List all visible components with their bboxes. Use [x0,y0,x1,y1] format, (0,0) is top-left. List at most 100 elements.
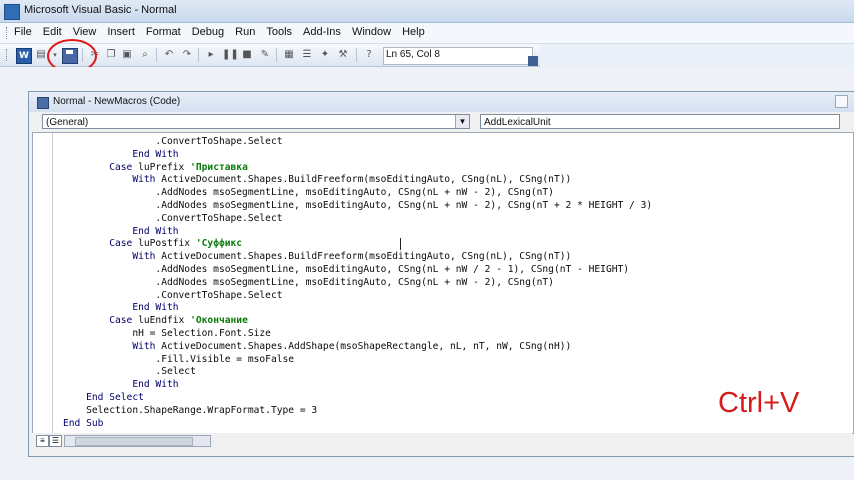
cursor-position-label: Ln 65, Col 8 [386,49,440,60]
code-statement: .Select [155,366,196,378]
code-statement: Selection.ShapeRange.WrapFormat.Type = 3 [86,404,318,416]
undo-icon[interactable]: ↶ [162,48,176,62]
text-cursor [400,238,401,250]
menu-format[interactable]: Format [146,26,181,38]
break-icon[interactable]: ❚❚ [222,48,239,62]
menu-items: File Edit View Insert Format Debug Run T… [14,26,436,38]
menu-grip [6,27,10,39]
code-line: End Select [63,392,144,403]
toolbar-separator [156,48,157,62]
code-statement: ActiveDocument.Shapes.BuildFreeform(msoE… [155,251,572,263]
menu-insert[interactable]: Insert [107,26,135,38]
horizontal-scrollbar[interactable] [64,435,211,447]
code-keyword: Case [109,161,133,173]
menu-bar: File Edit View Insert Format Debug Run T… [0,23,854,44]
code-statement: .ConvertToShape.Select [155,212,283,224]
window-title: Microsoft Visual Basic - Normal [24,4,177,16]
find-icon[interactable]: ⌕ [138,48,152,62]
code-window-title: Normal - NewMacros (Code) [53,96,181,107]
code-statement: nH = Selection.Font.Size [132,327,271,339]
menu-edit[interactable]: Edit [43,26,62,38]
code-line: Case luEndfix 'Окончание [63,315,248,326]
margin-indicator-bar[interactable] [33,133,53,433]
menu-view[interactable]: View [73,26,97,38]
menu-help[interactable]: Help [402,26,425,38]
code-line: Case luPostfix 'Суффикс [63,238,242,249]
toolbar-separator [276,48,277,62]
chevron-down-icon[interactable]: ▼ [455,115,469,128]
code-statement: .AddNodes msoSegmentLine, msoEditingAuto… [155,187,554,199]
new-module-icon[interactable]: ▤ [34,48,48,62]
minimize-window-button[interactable] [835,95,848,108]
code-line: .Select [63,366,196,378]
code-window-footer: ≡ ☰ [32,433,852,447]
code-keyword: End With [132,148,179,160]
code-keyword: With [132,174,156,186]
copy-icon[interactable]: ❐ [104,48,118,62]
menu-window[interactable]: Window [352,26,391,38]
code-line: End With [63,148,179,160]
reset-icon[interactable]: ■ [240,48,254,62]
code-keyword: With [132,340,156,352]
code-line: End Sub [63,418,103,429]
code-line: Selection.ShapeRange.WrapFormat.Type = 3 [63,405,317,416]
code-line: Case luPrefix 'Приставка [63,162,248,173]
procedure-dropdown-value: AddLexicalUnit [484,117,551,128]
code-keyword: End Sub [63,417,104,429]
code-comment: 'Суффикс [195,238,243,250]
procedure-view-button[interactable]: ≡ [36,435,49,447]
code-statement: .AddNodes msoSegmentLine, msoEditingAuto… [155,263,630,275]
toolbox-icon[interactable]: ⚒ [336,48,350,62]
code-line: .ConvertToShape.Select [63,212,283,224]
code-keyword: End With [132,379,179,391]
code-statement: ActiveDocument.Shapes.AddShape(msoShapeR… [155,340,572,352]
redo-icon[interactable]: ↷ [180,48,194,62]
code-window-titlebar: Normal - NewMacros (Code) [29,92,854,112]
object-dropdown-value: (General) [46,117,89,128]
project-explorer-icon[interactable]: ▦ [282,48,296,62]
help-icon[interactable]: ? [362,48,376,62]
code-statement: luPrefix [132,161,191,173]
word-icon[interactable]: W [16,48,32,64]
paste-icon[interactable]: ▣ [120,48,134,62]
code-statement: luEndfix [132,315,191,327]
code-keyword: End Select [86,391,144,403]
toolbar-options-icon[interactable] [528,56,538,66]
code-keyword: Case [109,238,133,250]
run-icon[interactable]: ▸ [204,48,218,62]
code-comment: 'Приставка [190,161,248,173]
design-mode-icon[interactable]: ✎ [258,48,272,62]
toolbar-separator [356,48,357,62]
code-line: End With [63,302,179,314]
code-statement: .ConvertToShape.Select [155,289,283,301]
toolbar-separator [198,48,199,62]
code-line: End With [63,379,179,391]
object-browser-icon[interactable]: ✦ [318,48,332,62]
menu-add-ins[interactable]: Add-Ins [303,26,341,38]
toolbar-grip [6,49,10,61]
full-module-view-button[interactable]: ☰ [49,435,62,447]
code-keyword: End With [132,302,179,314]
code-keyword: End With [132,225,179,237]
menu-run[interactable]: Run [235,26,255,38]
code-comment: 'Окончание [190,315,248,327]
code-line: .ConvertToShape.Select [63,289,283,301]
procedure-dropdown[interactable]: AddLexicalUnit [480,114,840,129]
code-statement: ConvertToShape.Select [161,136,283,147]
code-statement: ActiveDocument.Shapes.BuildFreeform(msoE… [155,174,572,186]
ctrl-v-annotation: Ctrl+V [718,387,800,419]
menu-debug[interactable]: Debug [192,26,224,38]
properties-icon[interactable]: ☰ [300,48,314,62]
code-line: .ConvertToShape.Select [63,136,283,147]
code-keyword: Case [109,315,133,327]
object-dropdown[interactable]: (General) ▼ [42,114,470,129]
menu-tools[interactable]: Tools [266,26,292,38]
title-bar: Microsoft Visual Basic - Normal [0,0,854,23]
code-line: With ActiveDocument.Shapes.AddShape(msoS… [63,341,571,352]
code-line: .AddNodes msoSegmentLine, msoEditingAuto… [63,277,554,288]
code-line: End With [63,225,179,237]
menu-file[interactable]: File [14,26,32,38]
code-line: nH = Selection.Font.Size [63,328,271,339]
code-text[interactable]: .ConvertToShape.Select End With Case luP… [63,136,652,430]
scrollbar-thumb[interactable] [75,437,193,446]
